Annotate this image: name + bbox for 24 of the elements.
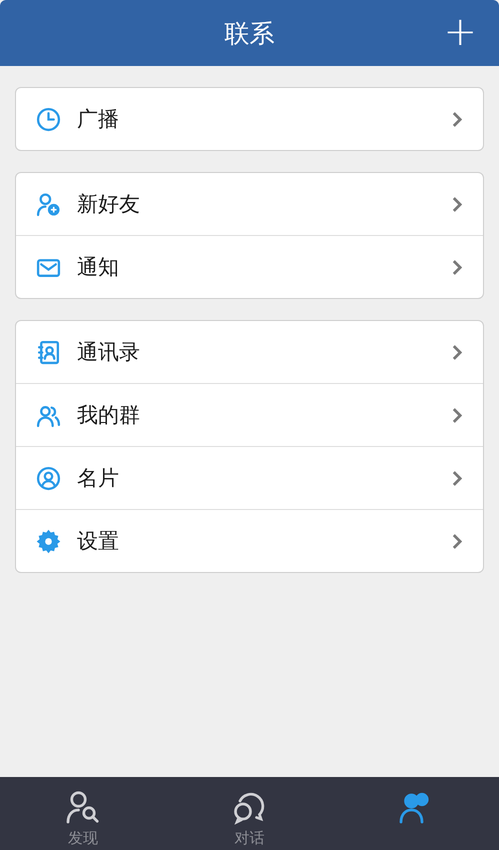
contact-book-icon [36,340,61,364]
person-plus-icon [36,192,61,216]
menu-item[interactable]: 新好友 [16,173,483,235]
menu-item[interactable]: 通知 [16,235,483,298]
tab[interactable]: 发现 [0,777,166,850]
chevron-icon [451,258,463,276]
chevron-icon [451,406,463,424]
person-search-icon [65,789,102,825]
menu-item[interactable]: 设置 [16,509,483,572]
menu-item[interactable]: 广播 [16,88,483,150]
page-title: 联系 [224,18,274,50]
clock-icon [36,106,61,132]
chevron-icon [451,470,463,486]
chevron-icon [451,344,463,360]
chevron-icon [451,110,463,128]
chevron-icon [451,532,463,550]
menu-item[interactable]: 通讯录 [16,321,483,383]
gear-icon [36,528,61,554]
menu-item[interactable]: 我的群 [16,383,483,446]
chevron-icon [451,196,463,212]
add-button[interactable]: + [443,10,477,54]
person-circle-icon [36,466,61,490]
tab[interactable]: 对话 [166,777,333,850]
menu-item[interactable]: 名片 [16,446,483,509]
